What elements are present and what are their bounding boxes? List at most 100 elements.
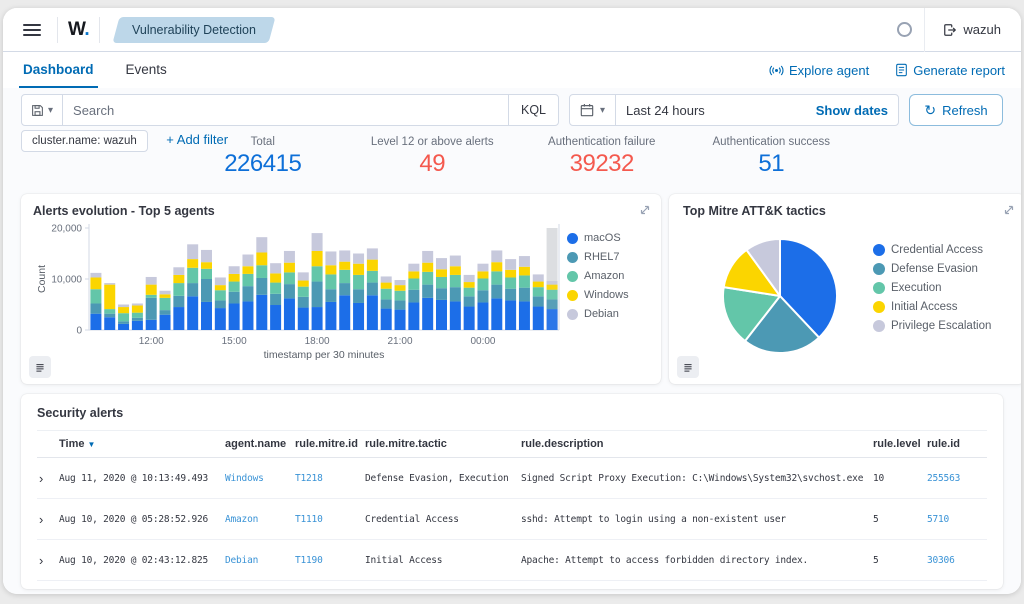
cell-time: Aug 10, 2020 @ 02:43:12.825 <box>59 554 209 566</box>
legend-dot-icon <box>567 232 578 244</box>
filters-stats-band: cluster.name: wazuh + Add filter Total 2… <box>3 130 1021 190</box>
legend-item[interactable]: Credential Access <box>873 244 1013 256</box>
legend-toggle-button[interactable] <box>29 356 51 378</box>
saved-queries-button[interactable]: ▾ <box>22 95 64 125</box>
panel-title: Top Mitre ATT&K tactics <box>683 204 826 218</box>
calendar-icon[interactable] <box>580 103 594 117</box>
svg-text:Count: Count <box>36 265 48 293</box>
tabs-bar: Dashboard Events Explore agent Generate … <box>3 52 1021 88</box>
legend-item[interactable]: macOS <box>567 232 653 244</box>
col-time[interactable]: Time ▼ <box>59 438 219 450</box>
divider <box>924 8 926 52</box>
legend-item[interactable]: Windows <box>567 289 653 301</box>
mitre-tactics-panel: Top Mitre ATT&K tactics Credential Acces… <box>669 194 1021 384</box>
pie-chart-legend: Credential Access Defense Evasion Executio… <box>873 218 1013 370</box>
legend-dot-icon <box>873 282 885 294</box>
divider <box>57 16 58 43</box>
chevron-down-icon[interactable]: ▾ <box>600 105 605 116</box>
cell-time: Aug 10, 2020 @ 05:28:52.926 <box>59 513 209 525</box>
kql-button[interactable]: KQL <box>507 95 558 125</box>
health-status-icon[interactable] <box>897 22 913 37</box>
search-box: ▾ KQL <box>21 94 559 126</box>
chevron-down-icon: ▾ <box>48 104 54 116</box>
cell-agent-link[interactable]: Amazon <box>225 514 289 525</box>
svg-text:timestamp per 30 minutes: timestamp per 30 minutes <box>264 349 385 360</box>
generate-report-button[interactable]: Generate report <box>895 63 1005 78</box>
col-rule-description[interactable]: rule.description <box>521 438 867 450</box>
cell-mitre-id-link[interactable]: T1190 <box>295 555 359 566</box>
bar-chart-legend: macOS RHEL7 Amazon Windows Debian <box>567 220 653 360</box>
cell-level: 5 <box>873 513 879 525</box>
legend-item[interactable]: Execution <box>873 282 1013 294</box>
user-menu-button[interactable]: wazuh <box>937 21 1007 38</box>
table-header: Time ▼ agent.name rule.mitre.id rule.mitr… <box>37 430 987 458</box>
stat-auth-failure: Authentication failure 39232 <box>548 136 656 177</box>
time-range-value[interactable]: Last 24 hours <box>626 103 810 118</box>
mitre-pie-chart[interactable] <box>683 218 873 370</box>
alerts-evolution-panel: Alerts evolution - Top 5 agents 0 10,000 2… <box>21 194 661 384</box>
table-row[interactable]: › Aug 10, 2020 @ 02:43:12.825 Debian T11… <box>37 540 987 581</box>
cell-description: sshd: Attempt to login using a non-exist… <box>521 513 786 525</box>
explore-agent-button[interactable]: Explore agent <box>769 63 869 78</box>
svg-text:15:00: 15:00 <box>222 336 247 347</box>
cell-tactic: Credential Access <box>365 513 459 525</box>
row-expand-icon[interactable]: › <box>37 554 53 567</box>
cell-time: Aug 11, 2020 @ 10:13:49.493 <box>59 472 209 484</box>
col-agent-name[interactable]: agent.name <box>225 438 289 450</box>
search-input[interactable] <box>63 102 508 118</box>
legend-item[interactable]: Initial Access <box>873 301 1013 313</box>
cell-agent-link[interactable]: Windows <box>225 473 289 484</box>
tab-dashboard[interactable]: Dashboard <box>19 52 98 88</box>
legend-item[interactable]: Debian <box>567 308 653 320</box>
broadcast-icon <box>769 65 784 75</box>
col-rule-id[interactable]: rule.id <box>927 438 987 450</box>
cell-agent-link[interactable]: Debian <box>225 555 289 566</box>
alerts-evolution-chart[interactable]: 0 10,000 20,000 12:00 15:00 18:00 21:00 00:00 ti… <box>33 220 567 360</box>
sort-desc-icon: ▼ <box>87 440 96 449</box>
wazuh-logo[interactable]: W. <box>68 18 90 41</box>
table-row[interactable]: › Aug 10, 2020 @ 05:28:52.926 Amazon T11… <box>37 499 987 540</box>
row-expand-icon[interactable]: › <box>37 472 53 485</box>
expand-icon[interactable] <box>1003 203 1015 221</box>
cell-rule-id-link[interactable]: 255563 <box>927 473 987 484</box>
cell-tactic: Initial Access <box>365 554 443 566</box>
filter-pill[interactable]: cluster.name: wazuh <box>21 130 148 152</box>
col-rule-mitre-id[interactable]: rule.mitre.id <box>295 438 359 450</box>
col-rule-mitre-tactic[interactable]: rule.mitre.tactic <box>365 438 515 450</box>
cell-mitre-id-link[interactable]: T1110 <box>295 514 359 525</box>
cell-mitre-id-link[interactable]: T1218 <box>295 473 359 484</box>
cell-rule-id-link[interactable]: 5710 <box>927 514 987 525</box>
panel-title: Security alerts <box>37 406 124 420</box>
legend-dot-icon <box>873 301 885 313</box>
col-rule-level[interactable]: rule.level <box>873 438 921 450</box>
table-row[interactable]: › Aug 11, 2020 @ 10:13:49.493 Windows T1… <box>37 458 987 499</box>
legend-item[interactable]: Amazon <box>567 270 653 282</box>
refresh-icon: ↻ <box>924 102 937 118</box>
expand-icon[interactable] <box>639 203 651 221</box>
cell-description: Signed Script Proxy Execution: C:\Window… <box>521 472 864 484</box>
cell-rule-id-link[interactable]: 30306 <box>927 555 987 566</box>
save-icon <box>32 104 43 116</box>
legend-item[interactable]: Defense Evasion <box>873 263 1013 275</box>
report-icon <box>896 63 908 77</box>
charts-row: Alerts evolution - Top 5 agents 0 10,000 2… <box>21 194 1021 384</box>
svg-text:20,000: 20,000 <box>51 224 82 235</box>
panel-title: Alerts evolution - Top 5 agents <box>33 204 215 218</box>
tab-events[interactable]: Events <box>122 52 171 88</box>
show-dates-button[interactable]: Show dates <box>816 103 888 118</box>
legend-item[interactable]: Privilege Escalation <box>873 320 1013 332</box>
legend-item[interactable]: RHEL7 <box>567 251 653 263</box>
logo-dot: . <box>84 18 90 40</box>
menu-icon[interactable] <box>17 15 47 45</box>
cell-tactic: Defense Evasion, Execution <box>365 472 509 484</box>
row-expand-icon[interactable]: › <box>37 513 53 526</box>
stats-row: Total 226415 Level 12 or above alerts 49… <box>178 136 856 178</box>
legend-dot-icon <box>873 263 885 275</box>
security-alerts-panel: Security alerts Time ▼ agent.name rule.mi… <box>21 394 1003 589</box>
svg-text:00:00: 00:00 <box>470 336 495 347</box>
cell-level: 10 <box>873 472 885 484</box>
refresh-button[interactable]: ↻ Refresh <box>909 94 1003 126</box>
legend-dot-icon <box>873 320 885 332</box>
legend-dot-icon <box>873 244 885 256</box>
legend-toggle-button[interactable] <box>677 356 699 378</box>
